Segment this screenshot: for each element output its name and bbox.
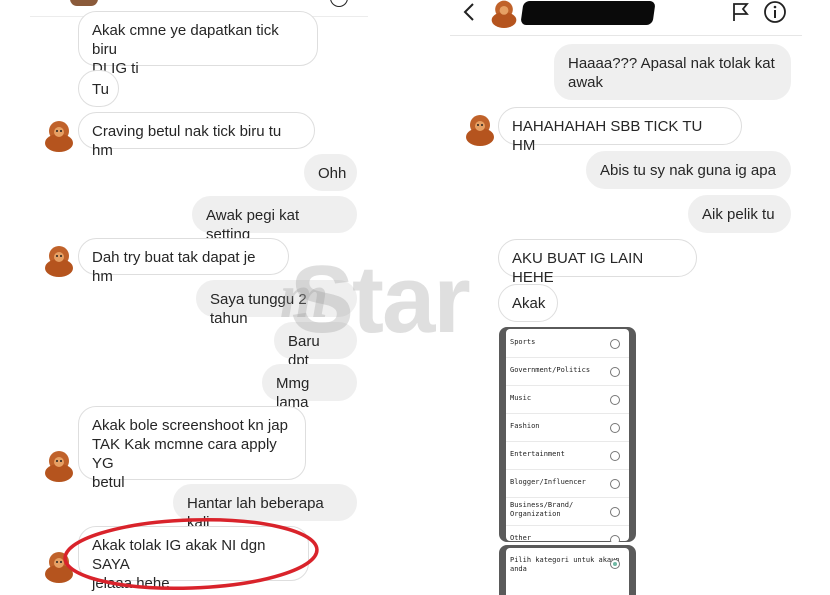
message-bubble: AKU BUAT IG LAIN HEHE — [498, 239, 697, 286]
message-bubble: Mmg lama — [262, 364, 357, 411]
category-row[interactable]: Government/Politics — [506, 357, 629, 386]
category-row[interactable]: Sports — [506, 329, 629, 358]
category-screenshot-image: Sports Government/Politics Music Fashion… — [499, 327, 636, 542]
category-list: Sports Government/Politics Music Fashion… — [506, 329, 629, 542]
message-bubble: Saya tunggu 2 tahun — [196, 280, 357, 327]
category-row[interactable]: Fashion — [506, 413, 629, 442]
message-bubble: Akak cmne ye dapatkan tick biru DI IG ti — [78, 11, 318, 77]
message-bubble: Akak — [498, 284, 558, 322]
radio-button[interactable] — [610, 367, 620, 377]
picker-label: Pilih kategori untuk akaun anda — [510, 556, 620, 573]
message-bubble: Ohh — [304, 154, 357, 191]
category-label: Other — [510, 534, 532, 542]
flag-icon[interactable] — [732, 2, 750, 22]
category-row[interactable]: Business/Brand/ Organization — [506, 497, 629, 526]
category-label: Music — [510, 394, 532, 402]
chevron-left-icon[interactable] — [462, 3, 476, 21]
message-bubble: Awak pegi kat setting — [192, 196, 357, 243]
radio-button[interactable] — [610, 339, 620, 349]
message-bubble: Tu — [78, 70, 119, 107]
category-row[interactable]: Entertainment — [506, 441, 629, 470]
category-label: Government/Politics — [510, 366, 591, 374]
message-bubble: Akak bole screenshoot kn jap TAK Kak mcm… — [78, 406, 306, 491]
watermark-prefix: m — [280, 263, 329, 331]
radio-button[interactable] — [610, 535, 620, 542]
avatar[interactable] — [42, 243, 76, 277]
category-row[interactable]: Other — [506, 525, 629, 542]
category-row[interactable]: Blogger/Influencer — [506, 469, 629, 498]
message-bubble: Aik pelik tu — [688, 195, 791, 233]
message-bubble: Craving betul nak tick biru tu hm — [78, 112, 315, 159]
header-avatar[interactable] — [489, 0, 519, 28]
message-bubble: HAHAHAHAH SBB TICK TU HM — [498, 107, 742, 154]
category-label: Blogger/Influencer — [510, 478, 586, 486]
info-icon[interactable] — [763, 0, 787, 24]
category-label: Sports — [510, 338, 536, 346]
category-label: Fashion — [510, 422, 540, 430]
radio-button[interactable] — [610, 479, 620, 489]
radio-button[interactable] — [610, 451, 620, 461]
message-bubble: Abis tu sy nak guna ig apa — [586, 151, 791, 189]
avatar[interactable] — [42, 448, 76, 482]
radio-button[interactable] — [610, 395, 620, 405]
category-row[interactable]: Music — [506, 385, 629, 414]
highlight-circle — [63, 517, 319, 591]
radio-button-selected[interactable] — [610, 559, 620, 569]
category-label: Business/Brand/ Organization — [510, 501, 574, 518]
username-redaction — [520, 1, 656, 25]
avatar[interactable] — [42, 118, 76, 152]
category-label: Entertainment — [510, 450, 565, 458]
left-header-redaction — [70, 0, 98, 6]
avatar[interactable] — [463, 112, 497, 146]
message-bubble: Haaaa??? Apasal nak tolak kat awak — [554, 44, 791, 100]
message-bubble: Dah try buat tak dapat je hm — [78, 238, 289, 285]
radio-button[interactable] — [610, 507, 620, 517]
radio-button[interactable] — [610, 423, 620, 433]
